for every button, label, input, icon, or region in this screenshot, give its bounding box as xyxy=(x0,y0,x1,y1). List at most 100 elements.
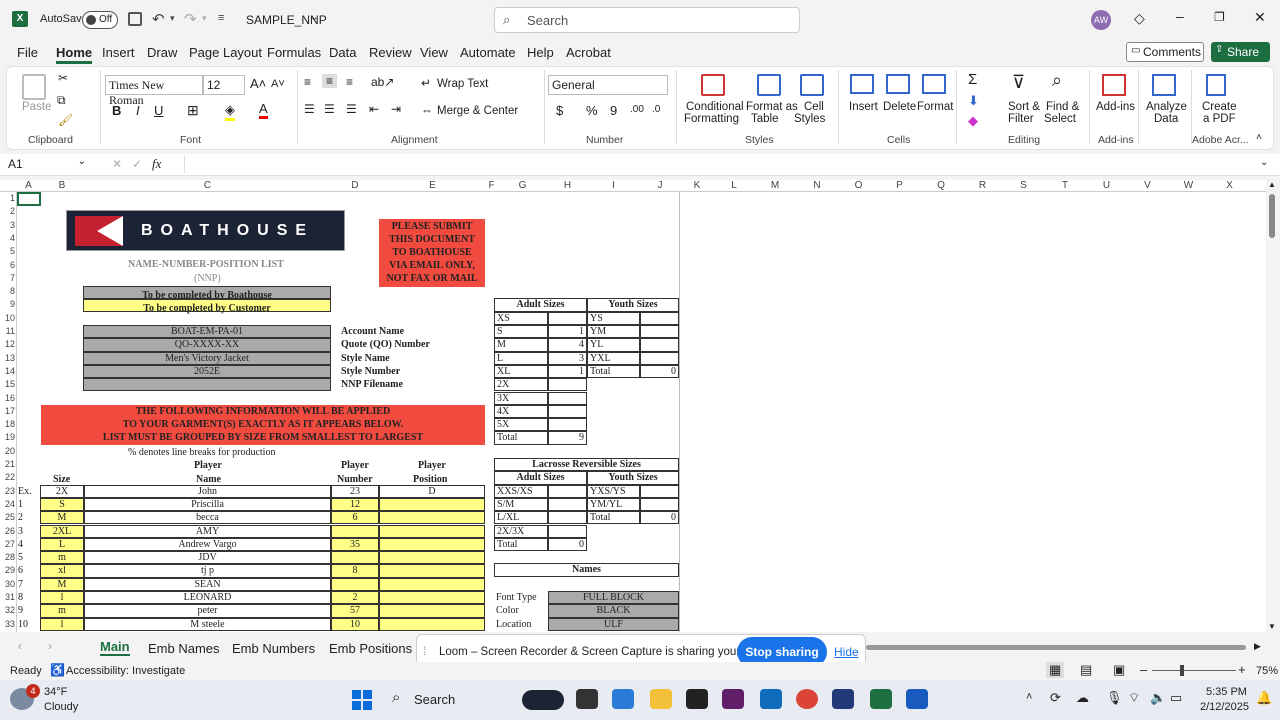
row-header[interactable]: 32 xyxy=(0,605,15,615)
vertical-scrollbar[interactable]: ▲ ▼ xyxy=(1266,180,1278,632)
clock-date[interactable]: 2/12/2025 xyxy=(1200,701,1249,713)
share-button[interactable]: ⇪ Share xyxy=(1211,42,1270,62)
close-icon[interactable]: ✕ xyxy=(1254,9,1266,26)
tab-view[interactable]: View xyxy=(420,45,448,60)
snipping-tool-icon[interactable] xyxy=(612,689,634,709)
tray-overflow-icon[interactable]: ˄ xyxy=(1026,691,1032,703)
scroll-down-icon[interactable]: ▼ xyxy=(1268,622,1276,631)
sheet-tab-emb-positions[interactable]: Emb Positions xyxy=(329,641,412,656)
vertical-scroll-thumb[interactable] xyxy=(1269,194,1275,238)
row-header[interactable]: 24 xyxy=(0,499,15,509)
active-cell-a1[interactable] xyxy=(17,192,41,206)
row-header[interactable]: 10 xyxy=(0,313,15,323)
tab-acrobat[interactable]: Acrobat xyxy=(566,45,611,60)
sheet-tab-emb-numbers[interactable]: Emb Numbers xyxy=(232,641,315,656)
column-header-o[interactable]: O xyxy=(840,180,877,191)
row-header[interactable]: 33 xyxy=(0,619,15,629)
name-box[interactable]: A1 ⌄ xyxy=(4,156,90,173)
tab-draw[interactable]: Draw xyxy=(147,45,177,60)
scroll-right-icon[interactable]: ▶ xyxy=(1254,641,1261,652)
column-header-c[interactable]: C xyxy=(86,180,329,191)
onedrive-icon[interactable]: ☁ xyxy=(1076,690,1089,706)
formula-input[interactable] xyxy=(184,156,1254,173)
taskbar-search[interactable]: Search xyxy=(414,692,455,707)
zoom-level[interactable]: 75% xyxy=(1256,665,1278,677)
outlook-icon[interactable] xyxy=(760,689,782,709)
row-header[interactable]: 21 xyxy=(0,459,15,469)
expand-formula-icon[interactable]: ⌄ xyxy=(1260,157,1268,168)
column-header-m[interactable]: M xyxy=(756,180,794,191)
confirm-entry-icon[interactable]: ✓ xyxy=(132,157,142,171)
recorder-app-icon[interactable] xyxy=(522,690,564,710)
column-header-g[interactable]: G xyxy=(499,180,546,191)
normal-view-icon[interactable]: ▦ xyxy=(1046,662,1065,678)
zoom-in-icon[interactable]: + xyxy=(1238,662,1246,677)
horizontal-scroll-thumb[interactable] xyxy=(866,645,1246,650)
filename-chevron-icon[interactable]: ⌄ xyxy=(310,12,318,23)
column-header-t[interactable]: T xyxy=(1046,180,1084,191)
page-layout-view-icon[interactable]: ▤ xyxy=(1080,662,1092,678)
start-icon[interactable] xyxy=(352,690,372,710)
zoom-out-icon[interactable]: – xyxy=(1140,662,1147,677)
row-header[interactable]: 6 xyxy=(0,260,15,270)
column-header-k[interactable]: K xyxy=(682,180,712,191)
comments-button[interactable]: ▭ Comments xyxy=(1126,42,1204,62)
row-header[interactable]: 28 xyxy=(0,552,15,562)
tab-review[interactable]: Review xyxy=(369,45,412,60)
row-header[interactable]: 29 xyxy=(0,565,15,575)
photos-icon[interactable] xyxy=(832,689,854,709)
slack-icon[interactable] xyxy=(722,689,744,709)
horizontal-scrollbar[interactable]: ▶ xyxy=(866,641,1264,652)
row-header[interactable]: 22 xyxy=(0,472,15,482)
insert-function-icon[interactable]: fx xyxy=(152,156,161,172)
row-header[interactable]: 20 xyxy=(0,446,15,456)
row-header[interactable]: 15 xyxy=(0,379,15,389)
sheet-tab-main[interactable]: Main xyxy=(100,639,130,656)
tab-insert[interactable]: Insert xyxy=(102,45,135,60)
row-header[interactable]: 17 xyxy=(0,406,15,416)
column-header-n[interactable]: N xyxy=(798,180,836,191)
row-header[interactable]: 9 xyxy=(0,299,15,309)
column-header-i[interactable]: I xyxy=(589,180,638,191)
worksheet-grid[interactable]: BOATHOUSE NAME-NUMBER-POSITION LIST (NNP… xyxy=(17,192,1268,632)
microphone-icon[interactable]: 🎙 xyxy=(1106,690,1123,706)
task-view-icon[interactable] xyxy=(576,689,598,709)
search-box[interactable]: ⌕ Search xyxy=(494,7,800,33)
word-icon[interactable] xyxy=(906,689,928,709)
undo-icon[interactable]: ↶ xyxy=(152,10,165,28)
row-header[interactable]: 2 xyxy=(0,206,15,216)
notepad-icon[interactable] xyxy=(686,689,708,709)
column-header-e[interactable]: E xyxy=(381,180,484,191)
cancel-entry-icon[interactable]: ✕ xyxy=(112,157,122,171)
redo-icon[interactable]: ↷ xyxy=(184,10,197,28)
column-header-p[interactable]: P xyxy=(881,180,918,191)
row-header[interactable]: 14 xyxy=(0,366,15,376)
column-header-l[interactable]: L xyxy=(716,180,752,191)
tab-help[interactable]: Help xyxy=(527,45,554,60)
wifi-icon[interactable]: ⌔ xyxy=(1128,690,1140,706)
volume-icon[interactable]: 🔈 xyxy=(1150,690,1166,706)
hide-share-bar-link[interactable]: Hide xyxy=(834,645,859,659)
chrome-icon[interactable] xyxy=(796,689,818,709)
column-header-j[interactable]: J xyxy=(642,180,678,191)
excel-taskbar-icon[interactable] xyxy=(870,689,892,709)
customize-qat-icon[interactable]: ≡ xyxy=(218,12,224,24)
row-header[interactable]: 12 xyxy=(0,339,15,349)
tab-home[interactable]: Home xyxy=(56,45,93,64)
row-header[interactable]: 31 xyxy=(0,592,15,602)
tab-scroll-left-icon[interactable]: ‹ xyxy=(18,639,22,653)
network-sync-icon[interactable]: ⟳ xyxy=(1050,690,1061,706)
row-header[interactable]: 11 xyxy=(0,326,15,336)
accessibility-status[interactable]: Accessibility: Investigate xyxy=(66,665,185,677)
premium-diamond-icon[interactable]: ◇ xyxy=(1134,10,1145,27)
notifications-icon[interactable]: 🔔 xyxy=(1256,690,1272,706)
clock-time[interactable]: 5:35 PM xyxy=(1206,686,1247,698)
column-header-x[interactable]: X xyxy=(1211,180,1248,191)
row-header[interactable]: 19 xyxy=(0,432,15,442)
row-header[interactable]: 3 xyxy=(0,220,15,230)
column-header-v[interactable]: V xyxy=(1129,180,1166,191)
autosave-toggle[interactable]: Off xyxy=(82,11,118,29)
tab-page-layout[interactable]: Page Layout xyxy=(189,45,262,60)
user-avatar[interactable]: AW xyxy=(1091,10,1111,30)
column-header-d[interactable]: D xyxy=(333,180,377,191)
